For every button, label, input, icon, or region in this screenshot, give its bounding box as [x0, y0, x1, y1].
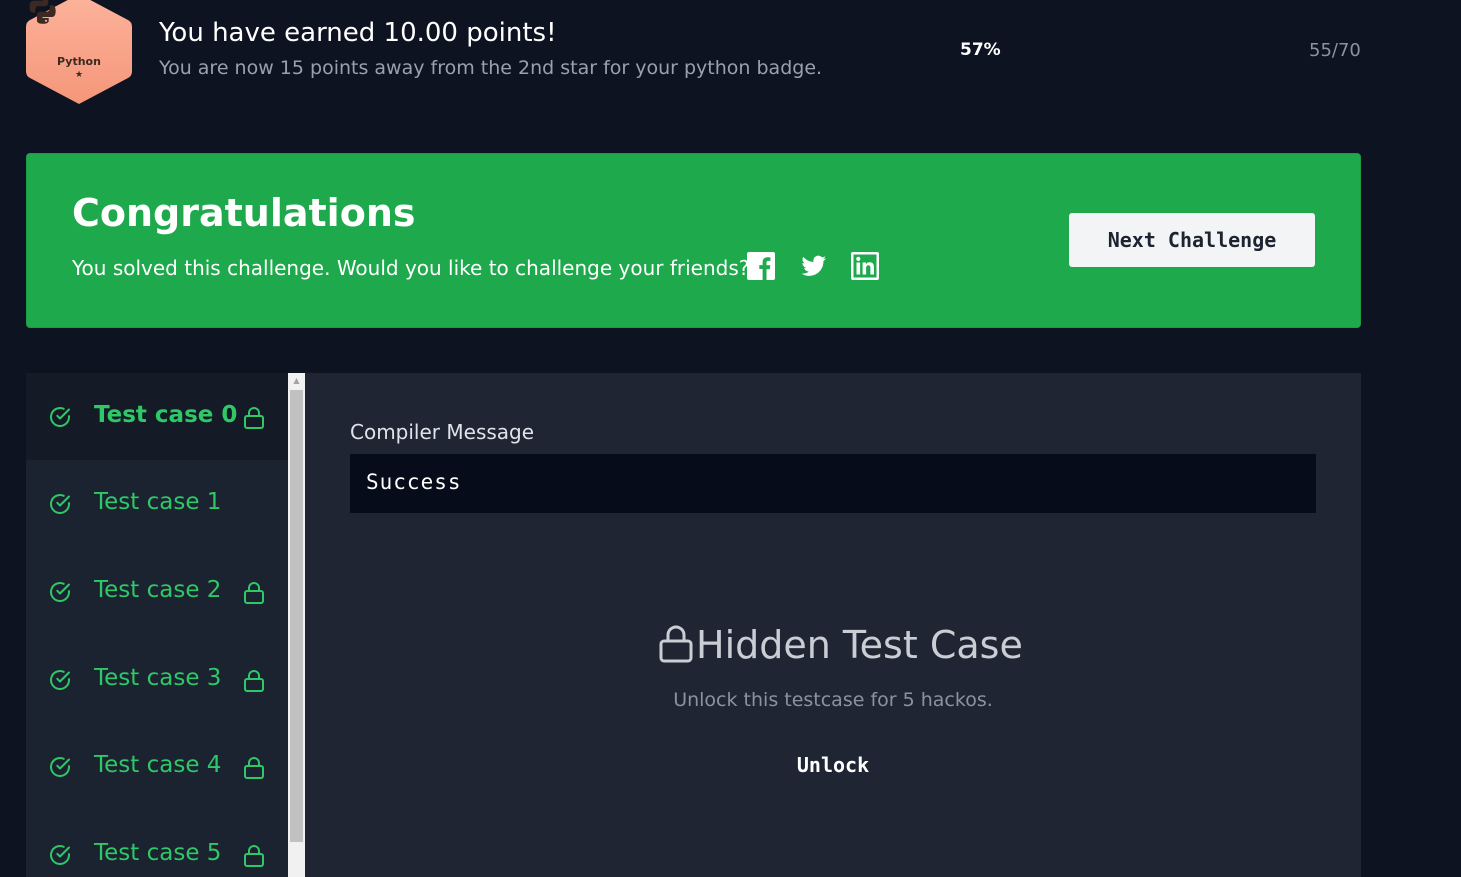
twitter-icon[interactable]: [798, 251, 828, 281]
badge-label: Python: [57, 55, 101, 68]
compiler-message-box: Success: [350, 454, 1316, 513]
test-case-label: Test case 3: [94, 665, 222, 691]
test-case-detail: Compiler Message Success Hidden Test Cas…: [305, 373, 1361, 877]
test-case-item[interactable]: Test case 0: [26, 373, 288, 460]
compiler-message-label: Compiler Message: [350, 420, 535, 444]
badge-progress-count: 55/70: [1309, 40, 1361, 61]
facebook-icon[interactable]: [746, 251, 776, 281]
test-case-label: Test case 1: [94, 489, 222, 515]
test-case-scrollbar[interactable]: ▲: [288, 373, 305, 877]
compiler-message-text: Success: [366, 470, 462, 494]
badge-star-icon: ★: [74, 70, 84, 80]
check-circle-icon: [50, 494, 70, 514]
congratulations-title: Congratulations: [72, 191, 416, 235]
congratulations-banner: Congratulations You solved this challeng…: [26, 153, 1361, 328]
test-case-item[interactable]: Test case 4: [26, 723, 288, 810]
test-case-label: Test case 5: [94, 840, 222, 866]
points-earned-title: You have earned 10.00 points!: [159, 18, 557, 48]
test-case-item[interactable]: Test case 3: [26, 636, 288, 723]
lock-icon: [244, 407, 264, 429]
check-circle-icon: [50, 757, 70, 777]
scroll-up-arrow-icon[interactable]: ▲: [288, 375, 305, 387]
test-case-label: Test case 2: [94, 577, 222, 603]
hidden-test-case-title: Hidden Test Case: [696, 623, 1023, 667]
lock-icon: [244, 670, 264, 692]
check-circle-icon: [50, 407, 70, 427]
hidden-lock-icon: [659, 625, 693, 663]
hidden-test-case-subtitle: Unlock this testcase for 5 hackos.: [673, 689, 993, 711]
badge-progress-percent: 57%: [960, 40, 1001, 60]
check-circle-icon: [50, 670, 70, 690]
test-case-list: Test case 0 Test case 1 Test case 2 Test…: [26, 373, 288, 877]
test-case-item[interactable]: Test case 5: [26, 811, 288, 877]
test-case-item[interactable]: Test case 1: [26, 460, 288, 547]
congratulations-message: You solved this challenge. Would you lik…: [72, 256, 750, 280]
scroll-thumb[interactable]: [290, 390, 303, 842]
python-logo-icon: [29, 0, 56, 24]
python-badge: Python ★: [26, 0, 132, 106]
test-case-item[interactable]: Test case 2: [26, 548, 288, 635]
next-challenge-button[interactable]: Next Challenge: [1069, 213, 1315, 267]
test-case-label: Test case 4: [94, 752, 222, 778]
lock-icon: [244, 582, 264, 604]
test-case-label: Test case 0: [94, 402, 238, 428]
unlock-button[interactable]: Unlock: [783, 749, 883, 781]
check-circle-icon: [50, 582, 70, 602]
linkedin-icon[interactable]: [850, 251, 880, 281]
lock-icon: [244, 757, 264, 779]
lock-icon: [244, 845, 264, 867]
check-circle-icon: [50, 845, 70, 865]
points-earned-subtitle: You are now 15 points away from the 2nd …: [159, 57, 823, 79]
